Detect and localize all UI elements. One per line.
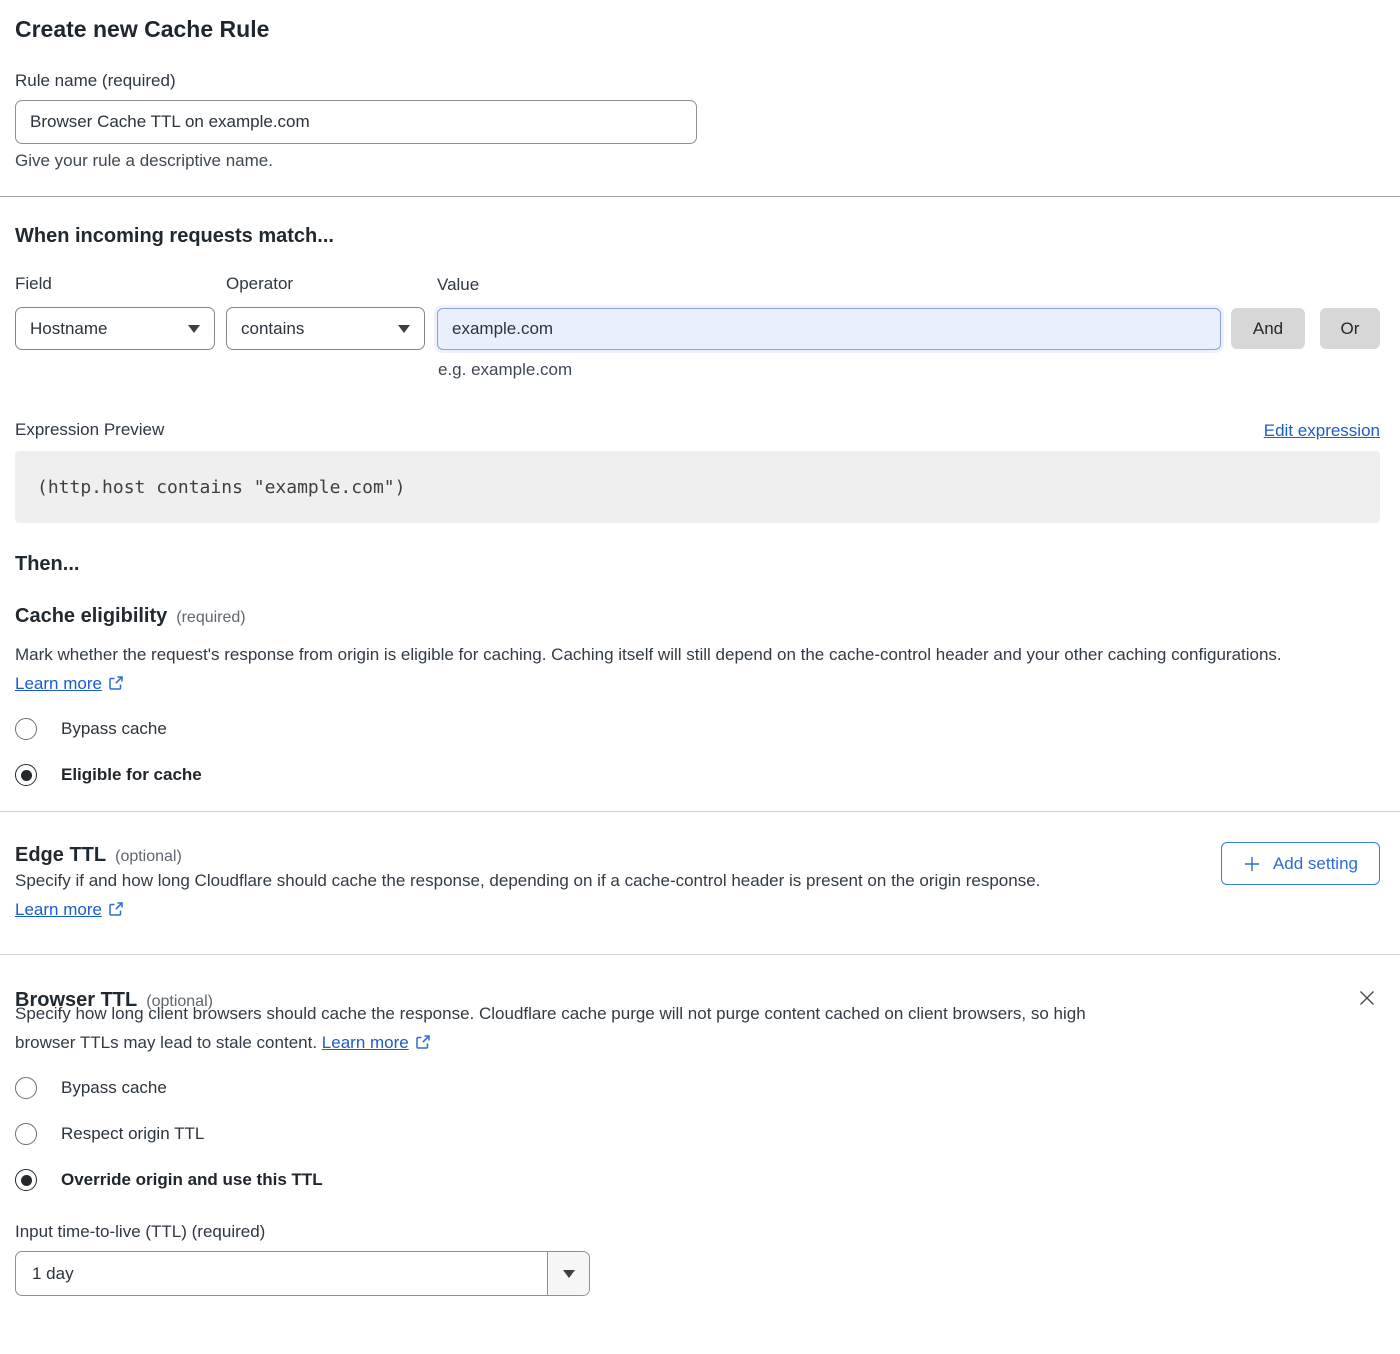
external-link-icon — [108, 901, 124, 917]
value-example-help: e.g. example.com — [438, 359, 1380, 381]
section-divider — [0, 954, 1400, 955]
match-row: Field Hostname Operator contains Value A… — [15, 273, 1380, 350]
edge-ttl-title: Edge TTL — [15, 842, 106, 868]
ttl-select[interactable]: 1 day — [15, 1251, 590, 1296]
browser-ttl-section: Browser TTL (optional) Specify how long … — [15, 987, 1380, 1296]
ttl-select-value: 1 day — [16, 1252, 547, 1295]
edge-ttl-description: Specify if and how long Cloudflare shoul… — [15, 867, 1120, 924]
and-button[interactable]: And — [1231, 308, 1305, 349]
browser-ttl-options: Bypass cache Respect origin TTL Override… — [15, 1077, 1380, 1191]
expression-preview-label: Expression Preview — [15, 419, 164, 441]
rule-name-label: Rule name (required) — [15, 70, 1380, 92]
rule-name-section: Rule name (required) Give your rule a de… — [15, 70, 1380, 172]
close-icon — [1356, 987, 1378, 1009]
radio-icon — [15, 718, 37, 740]
browser-ttl-learn-more-link[interactable]: Learn more — [322, 1033, 409, 1052]
edge-ttl-learn-more-link[interactable]: Learn more — [15, 900, 102, 919]
cache-eligibility-title: Cache eligibility — [15, 603, 167, 629]
radio-label: Override origin and use this TTL — [61, 1170, 323, 1190]
cache-eligibility-learn-more-link[interactable]: Learn more — [15, 674, 102, 693]
operator-column: Operator contains — [226, 273, 425, 350]
rule-name-help: Give your rule a descriptive name. — [15, 150, 1380, 172]
match-heading: When incoming requests match... — [15, 223, 1380, 249]
ttl-input-label: Input time-to-live (TTL) (required) — [15, 1221, 1380, 1243]
expression-code-block: (http.host contains "example.com") — [15, 451, 1380, 523]
then-heading: Then... — [15, 551, 1380, 577]
value-input[interactable] — [437, 308, 1221, 350]
operator-select[interactable]: contains — [226, 307, 425, 350]
radio-bypass-cache[interactable]: Bypass cache — [15, 718, 1380, 740]
match-section: When incoming requests match... Field Ho… — [15, 223, 1380, 381]
cache-eligibility-options: Bypass cache Eligible for cache — [15, 718, 1380, 786]
add-setting-label: Add setting — [1273, 854, 1358, 874]
add-setting-button[interactable]: Add setting — [1221, 842, 1380, 885]
optional-badge: (optional) — [115, 848, 182, 866]
expression-header: Expression Preview Edit expression — [15, 419, 1380, 441]
edge-ttl-description-text: Specify if and how long Cloudflare shoul… — [15, 871, 1040, 890]
radio-label: Bypass cache — [61, 719, 167, 739]
or-button[interactable]: Or — [1320, 308, 1380, 349]
operator-select-value: contains — [241, 319, 304, 339]
radio-override-origin-ttl[interactable]: Override origin and use this TTL — [15, 1169, 1380, 1191]
radio-icon — [15, 1169, 37, 1191]
required-badge: (required) — [176, 609, 245, 627]
section-divider — [0, 196, 1400, 197]
radio-label: Bypass cache — [61, 1078, 167, 1098]
value-label: Value — [437, 274, 1221, 296]
radio-eligible-for-cache[interactable]: Eligible for cache — [15, 764, 1380, 786]
rule-name-input[interactable] — [15, 100, 697, 144]
edge-ttl-section: Edge TTL (optional) Add setting Specify … — [15, 842, 1380, 924]
plus-icon — [1243, 855, 1261, 873]
field-label: Field — [15, 273, 215, 295]
radio-icon — [15, 1077, 37, 1099]
radio-respect-origin-ttl[interactable]: Respect origin TTL — [15, 1123, 1380, 1145]
close-browser-ttl-button[interactable] — [1354, 985, 1380, 1014]
radio-icon — [15, 764, 37, 786]
radio-bypass-cache[interactable]: Bypass cache — [15, 1077, 1380, 1099]
external-link-icon — [415, 1034, 431, 1050]
field-select[interactable]: Hostname — [15, 307, 215, 350]
browser-ttl-description-text: Specify how long client browsers should … — [15, 1004, 1086, 1052]
page-title: Create new Cache Rule — [15, 14, 1380, 44]
cache-eligibility-description: Mark whether the request's response from… — [15, 641, 1360, 698]
section-divider — [0, 811, 1400, 812]
chevron-down-icon — [188, 325, 200, 333]
value-column: Value — [437, 274, 1221, 350]
operator-label: Operator — [226, 273, 425, 295]
ttl-select-arrow[interactable] — [547, 1252, 589, 1295]
edge-ttl-title-row: Edge TTL (optional) — [15, 842, 182, 868]
field-select-value: Hostname — [30, 319, 107, 339]
chevron-down-icon — [398, 325, 410, 333]
radio-label: Respect origin TTL — [61, 1124, 204, 1144]
edit-expression-link[interactable]: Edit expression — [1264, 421, 1380, 441]
field-column: Field Hostname — [15, 273, 215, 350]
browser-ttl-description: Specify how long client browsers should … — [15, 1000, 1105, 1057]
external-link-icon — [108, 675, 124, 691]
radio-icon — [15, 1123, 37, 1145]
chevron-down-icon — [563, 1270, 575, 1278]
cache-eligibility-description-text: Mark whether the request's response from… — [15, 645, 1282, 664]
cache-eligibility-header: Cache eligibility (required) — [15, 603, 1380, 629]
radio-label: Eligible for cache — [61, 765, 202, 785]
expression-code: (http.host contains "example.com") — [37, 477, 405, 498]
